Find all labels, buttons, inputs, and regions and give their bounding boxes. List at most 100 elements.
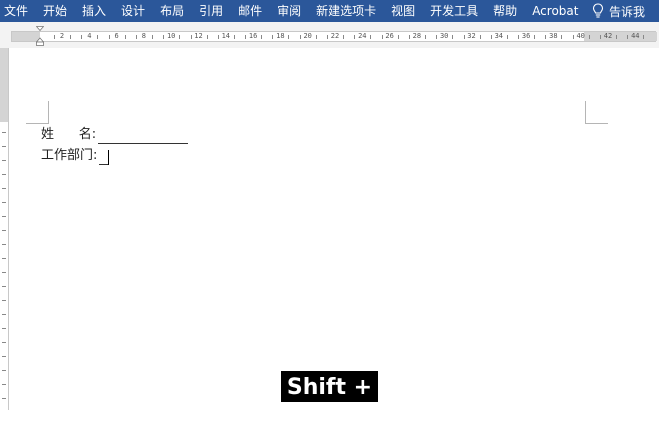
ruler-number: 14: [221, 32, 231, 40]
ruler-number: 2: [59, 32, 65, 40]
ruler-number: 4: [87, 32, 92, 40]
text-cursor: [108, 150, 110, 165]
ruler-tick: [233, 35, 235, 39]
ruler-tick: [190, 35, 192, 39]
ruler-tick: [2, 272, 6, 273]
tab-insert[interactable]: 插入: [75, 0, 114, 22]
ruler-number: 28: [412, 32, 422, 40]
ruler-tick: [490, 35, 492, 39]
ruler-tick: [2, 174, 6, 175]
ruler-tick: [534, 35, 536, 39]
ruler-tick: [479, 35, 481, 39]
tab-view[interactable]: 视图: [384, 0, 423, 22]
tell-me-label: 告诉我: [608, 4, 645, 19]
ruler-tick: [2, 300, 6, 301]
name-label: 姓 名:: [41, 127, 97, 142]
ruler-tick: [588, 35, 590, 39]
ruler-tick: [261, 35, 263, 39]
ruler-tick: [616, 35, 617, 39]
tab-layout[interactable]: 布局: [153, 0, 192, 22]
tab-acrobat[interactable]: Acrobat: [525, 0, 586, 22]
ruler-number: 10: [166, 32, 176, 40]
ruler-tick: [327, 35, 328, 39]
ruler-right-margin: [584, 32, 657, 41]
ruler-number: 42: [603, 32, 613, 40]
ruler-tick: [518, 35, 520, 39]
ruler-number: 38: [549, 32, 558, 40]
ruler-tick: [272, 35, 274, 39]
tab-review[interactable]: 审阅: [270, 0, 309, 22]
ruler-tick: [572, 35, 574, 39]
ruler-tick: [2, 202, 6, 203]
ruler-number: 12: [194, 32, 203, 40]
ruler-number: 26: [385, 32, 394, 40]
name-blank-underline: [98, 129, 189, 144]
ruler-tick: [108, 35, 110, 39]
ruler-tick: [163, 35, 165, 39]
ruler-number: 30: [439, 32, 449, 40]
ruler-tick: [463, 35, 465, 39]
ruler-tick: [436, 35, 438, 39]
ruler-tick: [2, 384, 6, 385]
ruler-tick: [206, 35, 208, 39]
ruler-tick: [424, 35, 426, 39]
ruler-number: 24: [358, 32, 367, 40]
margin-corner-top-left: [26, 101, 49, 124]
ruler-tick: [2, 188, 6, 189]
ruler-tick: [2, 314, 6, 315]
lightbulb-icon: [592, 3, 604, 18]
ruler-tick: [2, 132, 6, 133]
ruler-tick: [2, 258, 6, 259]
ruler-tick: [70, 35, 71, 39]
ruler-tick: [124, 35, 126, 39]
ruler-number: 18: [276, 32, 285, 40]
tell-me-search[interactable]: 告诉我: [586, 3, 645, 20]
ruler-tick: [561, 35, 563, 39]
keyboard-shortcut-overlay: Shift + -: [281, 371, 378, 433]
name-line[interactable]: 姓 名:: [41, 126, 189, 144]
ruler-tick: [506, 35, 508, 39]
dept-label: 工作部门:: [41, 148, 98, 163]
ruler-tick: [370, 35, 372, 39]
ruler-tick: [179, 35, 181, 39]
ruler-number: 22: [330, 32, 340, 40]
tab-home[interactable]: 开始: [36, 0, 75, 22]
ruler-tick: [81, 35, 83, 39]
ruler-number: 16: [248, 32, 258, 40]
ruler-number: 6: [114, 32, 119, 40]
indent-marker-icon[interactable]: [36, 26, 44, 46]
ruler-tick: [2, 398, 6, 399]
vertical-ruler-area: [0, 48, 9, 410]
ruler-tick: [2, 216, 6, 217]
ruler-tick: [397, 35, 399, 39]
vertical-ruler[interactable]: [0, 48, 9, 410]
ruler-number: 8: [141, 32, 146, 40]
ruler-tick: [2, 328, 6, 329]
ruler-tick: [354, 35, 356, 39]
ruler-tick: [600, 35, 601, 39]
horizontal-ruler-area: 2 4 6 8 10 12 14 16 18 20 22 24 26 28 30 32 34 36 38 40 42 44: [0, 22, 659, 48]
tab-file[interactable]: 文件: [0, 0, 36, 22]
ruler-top-margin: [0, 48, 8, 122]
tab-help[interactable]: 帮助: [486, 0, 525, 22]
ruler-tick: [2, 244, 6, 245]
ruler-tick: [2, 286, 6, 287]
dept-line[interactable]: 工作部门:: [41, 147, 110, 165]
ruler-tick: [452, 35, 454, 39]
tab-developer[interactable]: 开发工具: [423, 0, 486, 22]
tab-new-tab[interactable]: 新建选项卡: [309, 0, 384, 22]
tab-design[interactable]: 设计: [114, 0, 153, 22]
ribbon-tab-bar: 文件 开始 插入 设计 布局 引用 邮件 审阅 新建选项卡 视图 开发工具 帮助…: [0, 0, 659, 22]
ruler-tick: [545, 35, 547, 39]
tab-mailings[interactable]: 邮件: [231, 0, 270, 22]
horizontal-ruler[interactable]: 2 4 6 8 10 12 14 16 18 20 22 24 26 28 30 32 34 36 38 40 42 44: [11, 31, 657, 42]
ruler-tick: [2, 146, 6, 147]
ruler-tick: [54, 35, 55, 39]
ruler-tick: [315, 35, 317, 39]
tab-references[interactable]: 引用: [192, 0, 231, 22]
ruler-tick: [408, 35, 410, 39]
ruler-tick: [217, 35, 219, 39]
document-page[interactable]: 姓 名: 工作部门:: [9, 48, 659, 410]
ruler-number: 40: [576, 32, 585, 40]
ruler-number: 32: [467, 32, 476, 40]
